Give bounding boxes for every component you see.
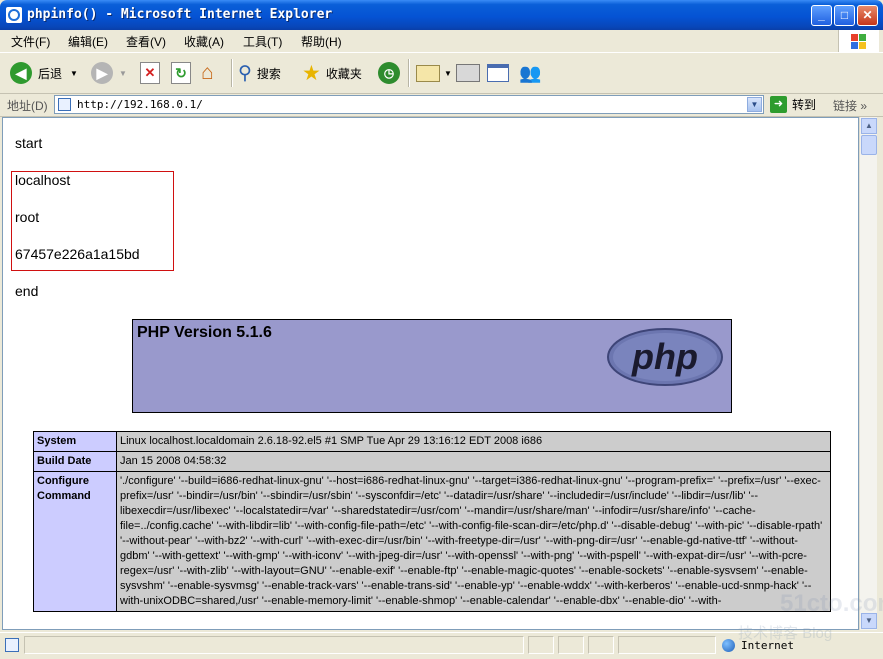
watermark-blog-en: Blog: [802, 625, 833, 642]
table-value: Linux localhost.localdomain 2.6.18-92.el…: [116, 431, 831, 452]
vertical-scrollbar[interactable]: ▲ ▼: [859, 117, 877, 630]
title-bar: phpinfo() - Microsoft Internet Explorer …: [0, 0, 883, 30]
toolbar: ◀ 后退 ▼ ▶ ▼ ✕ ↻ ⌂ ⚲ 搜索 ★ 收藏夹 ◷ ▼ 👥: [0, 53, 883, 94]
mail-dropdown-icon[interactable]: ▼: [444, 69, 452, 78]
php-version-header: PHP Version 5.1.6 php: [132, 319, 732, 413]
table-value: './configure' '--build=i686-redhat-linux…: [116, 471, 831, 612]
menu-bar: 文件(F) 编辑(E) 查看(V) 收藏(A) 工具(T) 帮助(H): [0, 30, 883, 53]
history-button[interactable]: ◷: [378, 59, 400, 87]
windows-logo-icon: [838, 30, 879, 52]
mail-icon: [416, 64, 440, 82]
back-dropdown-icon[interactable]: ▼: [70, 69, 78, 78]
back-label: 后退: [38, 66, 63, 81]
home-button[interactable]: ⌂: [201, 59, 214, 87]
php-info-table: System Linux localhost.localdomain 2.6.1…: [33, 431, 831, 612]
messenger-button[interactable]: 👥: [519, 59, 541, 87]
print-button[interactable]: [456, 59, 480, 87]
messenger-icon: 👥: [519, 62, 542, 83]
refresh-button[interactable]: ↻: [171, 59, 191, 87]
stop-icon: ✕: [140, 62, 160, 84]
output-line-hash: 67457e226a1a15bd: [15, 246, 140, 262]
favorites-button[interactable]: ★ 收藏夹: [302, 59, 362, 87]
forward-arrow-icon: ▶: [91, 62, 113, 84]
address-label: 地址(D): [7, 99, 48, 113]
address-url: http://192.168.0.1/: [77, 98, 203, 111]
page-icon: [58, 98, 71, 111]
edit-icon: [487, 64, 509, 82]
globe-icon: [722, 638, 735, 652]
watermark-site: 51cto.com: [780, 590, 883, 617]
forward-dropdown-icon[interactable]: ▼: [119, 69, 127, 78]
mail-button[interactable]: ▼: [416, 59, 452, 87]
status-pane: [558, 636, 584, 654]
watermark-blog: 技术博客 Blog: [738, 622, 832, 643]
scroll-thumb[interactable]: [861, 135, 877, 155]
page-viewport[interactable]: start localhost root 67457e226a1a15bd en…: [2, 117, 859, 630]
menu-favorites[interactable]: 收藏(A): [184, 33, 224, 50]
address-bar: 地址(D) http://192.168.0.1/ ▼ ➜ 转到 链接 »: [0, 94, 883, 117]
table-key: Build Date: [33, 451, 117, 472]
history-icon: ◷: [378, 62, 400, 84]
search-button[interactable]: ⚲ 搜索: [238, 59, 281, 87]
ie-page-icon: [6, 7, 22, 23]
address-input[interactable]: http://192.168.0.1/ ▼: [54, 95, 764, 114]
back-button[interactable]: ◀ 后退 ▼: [10, 59, 78, 87]
search-label: 搜索: [256, 66, 281, 81]
search-icon: ⚲: [238, 62, 252, 84]
table-row: Configure Command './configure' '--build…: [33, 471, 831, 612]
status-text-pane: [24, 636, 524, 654]
edit-button[interactable]: [487, 59, 509, 87]
links-button[interactable]: 链接 »: [833, 97, 867, 114]
output-line-start: start: [15, 135, 43, 151]
output-line-host: localhost: [15, 172, 71, 188]
minimize-button[interactable]: _: [811, 5, 832, 26]
address-dropdown-icon[interactable]: ▼: [747, 97, 762, 112]
page-status-icon: [5, 638, 19, 652]
links-label: 链接: [833, 99, 858, 113]
refresh-icon: ↻: [171, 62, 191, 84]
favorites-star-icon: ★: [302, 61, 321, 85]
status-pane: [588, 636, 614, 654]
back-arrow-icon: ◀: [10, 62, 32, 84]
go-button[interactable]: ➜ 转到: [770, 96, 816, 113]
php-logo-icon: php: [607, 328, 723, 386]
table-row: Build Date Jan 15 2008 04:58:32: [33, 451, 831, 472]
favorites-label: 收藏夹: [325, 66, 362, 81]
php-version-title: PHP Version 5.1.6: [137, 324, 272, 341]
status-pane: [618, 636, 716, 654]
menu-tools[interactable]: 工具(T): [243, 33, 282, 50]
maximize-button[interactable]: □: [834, 5, 855, 26]
watermark-blog-cn: 技术博客: [738, 625, 799, 642]
table-key: Configure Command: [33, 471, 117, 612]
menu-help[interactable]: 帮助(H): [301, 33, 342, 50]
forward-button[interactable]: ▶ ▼: [91, 59, 127, 87]
close-button[interactable]: ✕: [857, 5, 878, 26]
menu-view[interactable]: 查看(V): [126, 33, 166, 50]
table-key: System: [33, 431, 117, 452]
go-arrow-icon: ➜: [770, 96, 787, 113]
output-line-user: root: [15, 209, 40, 225]
menu-edit[interactable]: 编辑(E): [68, 33, 108, 50]
output-line-end: end: [15, 283, 39, 299]
table-value: Jan 15 2008 04:58:32: [116, 451, 831, 472]
table-row: System Linux localhost.localdomain 2.6.1…: [33, 431, 831, 452]
go-label: 转到: [792, 98, 817, 112]
menu-file[interactable]: 文件(F): [11, 33, 50, 50]
window-title: phpinfo() - Microsoft Internet Explorer: [27, 7, 333, 22]
svg-text:php: php: [631, 336, 698, 377]
print-icon: [456, 64, 480, 82]
stop-button[interactable]: ✕: [140, 59, 160, 87]
home-icon: ⌂: [201, 61, 214, 84]
status-pane: [528, 636, 554, 654]
scroll-up-icon[interactable]: ▲: [861, 118, 877, 134]
